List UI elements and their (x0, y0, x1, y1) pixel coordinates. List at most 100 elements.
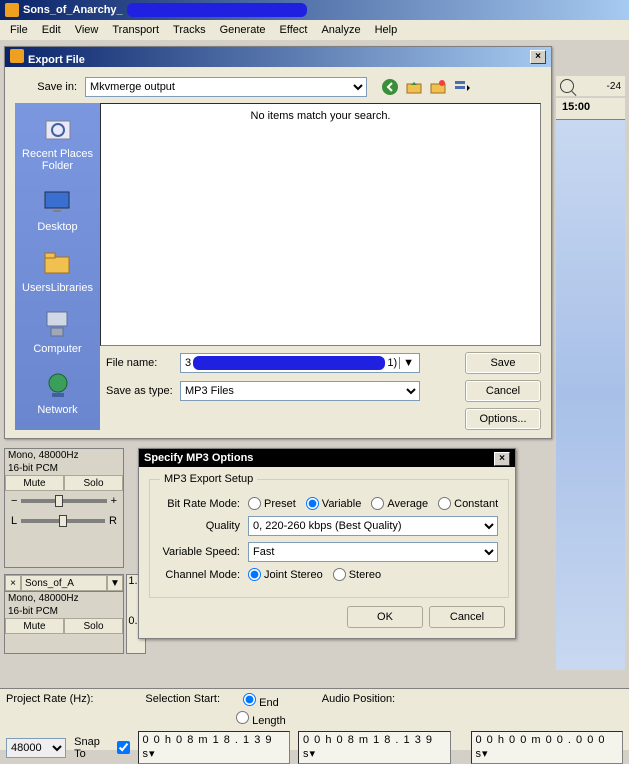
track-menu-button[interactable]: ▼ (107, 575, 123, 591)
pan-slider[interactable] (21, 519, 105, 523)
menu-edit[interactable]: Edit (36, 22, 67, 38)
pan-slider-row: L R (5, 511, 123, 531)
radio-joint-stereo[interactable]: Joint Stereo (248, 568, 323, 581)
radio-stereo[interactable]: Stereo (333, 568, 381, 581)
menu-tracks[interactable]: Tracks (167, 22, 212, 38)
filename-label: File name: (100, 357, 180, 369)
audio-position-label: Audio Position: (322, 693, 395, 705)
dialog-titlebar[interactable]: Export File × (5, 47, 551, 67)
track-close-button[interactable]: × (5, 575, 21, 591)
solo-button[interactable]: Solo (64, 618, 123, 634)
dialog-titlebar[interactable]: Specify MP3 Options × (139, 449, 515, 467)
speed-label: Variable Speed: (160, 546, 248, 558)
quality-select[interactable]: 0, 220-260 kbps (Best Quality) (248, 516, 498, 536)
save-in-label: Save in: (15, 81, 85, 93)
export-file-dialog: Export File × Save in: Mkvmerge output R… (4, 46, 552, 439)
options-button[interactable]: Options... (465, 408, 541, 430)
computer-icon (41, 308, 73, 340)
timeline-ruler[interactable]: 15:00 (556, 98, 625, 120)
mp3-export-fieldset: MP3 Export Setup Bit Rate Mode: Preset V… (149, 473, 509, 598)
status-bar: Project Rate (Hz): Selection Start: End … (0, 688, 629, 750)
selection-end-timecode[interactable]: 0 0 h 0 8 m 1 8 . 1 3 9 s▾ (298, 731, 451, 764)
project-rate-select[interactable]: 48000 (6, 738, 66, 758)
gain-slider[interactable] (21, 499, 106, 503)
type-label: Save as type: (100, 385, 180, 397)
save-in-select[interactable]: Mkvmerge output (85, 77, 367, 97)
bitrate-label: Bit Rate Mode: (160, 498, 248, 510)
channel-label: Channel Mode: (160, 569, 248, 581)
view-menu-icon[interactable] (453, 78, 471, 96)
desktop-icon (41, 186, 73, 218)
selection-start-timecode[interactable]: 0 0 h 0 8 m 1 8 . 1 3 9 s▾ (138, 731, 291, 764)
minus-icon: − (11, 495, 17, 507)
solo-button[interactable]: Solo (64, 475, 123, 491)
radio-average[interactable]: Average (371, 497, 428, 510)
menu-view[interactable]: View (69, 22, 105, 38)
plus-icon: + (111, 495, 117, 507)
track-panel-2: × Sons_of_A ▼ Mono, 48000Hz 16-bit PCM M… (4, 574, 124, 654)
dialog-title: Export File (28, 54, 85, 66)
track-panel-1: Mono, 48000Hz 16-bit PCM Mute Solo − + L… (4, 448, 124, 568)
sidebar-network[interactable]: Network (37, 369, 77, 416)
close-icon[interactable]: × (530, 50, 546, 64)
radio-length[interactable]: Length (236, 711, 286, 727)
save-button[interactable]: Save (465, 352, 541, 374)
gain-slider-row: − + (5, 491, 123, 511)
magnifier-icon[interactable] (560, 79, 574, 93)
network-icon (42, 369, 74, 401)
fieldset-legend: MP3 Export Setup (160, 473, 257, 485)
menu-transport[interactable]: Transport (106, 22, 165, 38)
new-folder-icon[interactable] (429, 78, 447, 96)
filename-input[interactable]: 31)▼ (180, 353, 420, 373)
libraries-icon (41, 247, 73, 279)
channel-radios: Joint Stereo Stereo (248, 568, 381, 581)
menu-analyze[interactable]: Analyze (315, 22, 366, 38)
track-format: Mono, 48000Hz (5, 592, 123, 605)
speed-select[interactable]: Fast (248, 542, 498, 562)
file-list-area[interactable]: No items match your search. (100, 103, 541, 346)
empty-message: No items match your search. (251, 110, 391, 122)
radio-variable[interactable]: Variable (306, 497, 362, 510)
save-type-select[interactable]: MP3 Files (180, 381, 420, 401)
menu-help[interactable]: Help (369, 22, 404, 38)
audio-position-timecode[interactable]: 0 0 h 0 0 m 0 0 . 0 0 0 s▾ (471, 731, 624, 764)
ok-button[interactable]: OK (347, 606, 423, 628)
sidebar-recent[interactable]: Recent Places Folder (19, 113, 96, 172)
bitrate-radios: Preset Variable Average Constant (248, 497, 498, 510)
window-titlebar: Sons_of_Anarchy_ (0, 0, 629, 20)
mute-button[interactable]: Mute (5, 618, 64, 634)
cancel-button[interactable]: Cancel (465, 380, 541, 402)
sidebar-desktop[interactable]: Desktop (37, 186, 77, 233)
cancel-button[interactable]: Cancel (429, 606, 505, 628)
pan-l-icon: L (11, 515, 17, 527)
sidebar-computer[interactable]: Computer (33, 308, 81, 355)
track-bitdepth: 16-bit PCM (5, 605, 123, 618)
app-icon (5, 3, 19, 17)
up-folder-icon[interactable] (405, 78, 423, 96)
waveform-area[interactable] (556, 120, 625, 670)
menu-effect[interactable]: Effect (274, 22, 314, 38)
selection-start-label: Selection Start: (145, 693, 220, 705)
db-readout: -24 (607, 81, 621, 92)
dialog-title: Specify MP3 Options (144, 452, 253, 464)
snap-to-checkbox[interactable] (117, 741, 130, 754)
radio-preset[interactable]: Preset (248, 497, 296, 510)
redaction (127, 3, 307, 17)
toolbar-right: -24 (556, 76, 625, 96)
radio-end[interactable]: End (243, 693, 279, 709)
menu-bar: File Edit View Transport Tracks Generate… (0, 20, 629, 40)
redaction (193, 356, 385, 370)
timeline-mark: 15:00 (562, 101, 590, 113)
mute-button[interactable]: Mute (5, 475, 64, 491)
sidebar-libraries[interactable]: UsersLibraries (22, 247, 93, 294)
menu-file[interactable]: File (4, 22, 34, 38)
menu-generate[interactable]: Generate (214, 22, 272, 38)
close-icon[interactable]: × (494, 452, 510, 466)
places-sidebar: Recent Places Folder Desktop UsersLibrar… (15, 103, 100, 430)
window-title: Sons_of_Anarchy_ (23, 4, 123, 16)
track-format: Mono, 48000Hz (5, 449, 123, 462)
radio-constant[interactable]: Constant (438, 497, 498, 510)
track-name-button[interactable]: Sons_of_A (21, 575, 107, 591)
recent-places-icon (42, 113, 74, 145)
back-icon[interactable] (381, 78, 399, 96)
